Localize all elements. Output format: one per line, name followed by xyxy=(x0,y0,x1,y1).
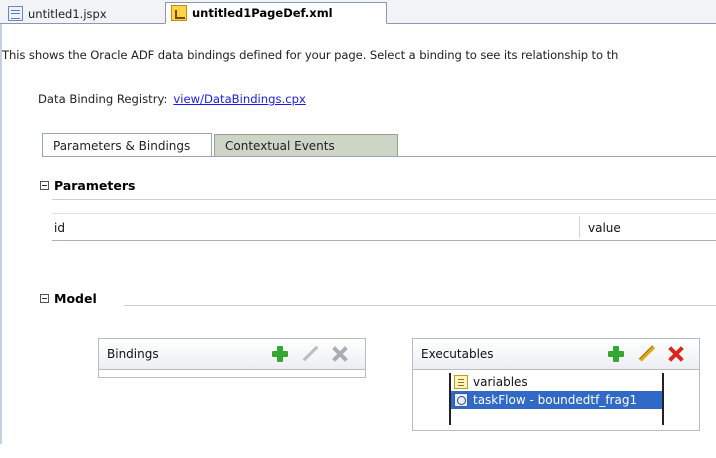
editor-tab-untitled1-jspx[interactable]: untitled1.jspx xyxy=(6,4,115,23)
registry-label: Data Binding Registry: xyxy=(38,92,168,106)
jspx-file-icon xyxy=(8,6,23,21)
list-item-label: taskFlow - boundedtf_frag1 xyxy=(473,393,638,407)
column-header-id[interactable]: id xyxy=(54,221,65,235)
registry-link[interactable]: view/DataBindings.cpx xyxy=(173,92,305,106)
executables-panel: Executables variables taskFlow - bounded… xyxy=(412,338,700,431)
section-rule xyxy=(52,199,716,200)
add-binding-button[interactable] xyxy=(271,345,289,363)
editor-tab-label: untitled1.jspx xyxy=(28,6,107,21)
executables-panel-header: Executables xyxy=(413,339,699,370)
tab-contextual-events[interactable]: Contextual Events xyxy=(214,134,398,156)
list-item-taskflow[interactable]: taskFlow - boundedtf_frag1 xyxy=(451,391,662,409)
executables-panel-title: Executables xyxy=(421,347,494,361)
intro-text: This shows the Oracle ADF data bindings … xyxy=(2,48,619,62)
delete-binding-button[interactable] xyxy=(331,345,349,363)
registry-row: Data Binding Registry: view/DataBindings.… xyxy=(38,92,306,106)
editor-tab-pagedef-xml[interactable]: untitled1PageDef.xml xyxy=(165,2,387,24)
collapse-icon[interactable] xyxy=(40,181,49,190)
tab-parameters-bindings[interactable]: Parameters & Bindings xyxy=(42,133,212,157)
executables-list[interactable]: variables taskFlow - boundedtf_frag1 xyxy=(449,373,664,425)
parameters-section-header[interactable]: Parameters xyxy=(40,178,135,193)
bindings-panel-title: Bindings xyxy=(107,347,159,361)
collapse-icon[interactable] xyxy=(40,294,49,303)
model-section-header[interactable]: Model xyxy=(40,291,97,306)
model-heading: Model xyxy=(54,291,97,306)
list-item-label: variables xyxy=(473,375,528,389)
taskflow-icon xyxy=(454,393,468,407)
list-item-variables[interactable]: variables xyxy=(451,373,662,391)
xml-file-icon xyxy=(171,5,187,21)
editor-tab-label: untitled1PageDef.xml xyxy=(192,6,333,20)
edit-executable-button[interactable] xyxy=(637,345,655,363)
column-header-value[interactable]: value xyxy=(588,221,621,235)
variables-icon xyxy=(454,375,468,389)
column-divider xyxy=(579,216,580,238)
editor-left-stripe xyxy=(0,24,2,444)
tab-divider xyxy=(42,156,716,157)
editor-tab-strip: untitled1.jspx untitled1PageDef.xml xyxy=(0,0,716,24)
edit-binding-button[interactable] xyxy=(301,345,319,363)
add-executable-button[interactable] xyxy=(607,345,625,363)
parameters-table-header: id value xyxy=(52,213,716,241)
parameters-heading: Parameters xyxy=(54,178,136,193)
bindings-panel-header: Bindings xyxy=(99,339,365,370)
overview-tabs: Parameters & Bindings Contextual Events xyxy=(42,133,716,158)
bindings-panel: Bindings xyxy=(98,338,366,378)
delete-executable-button[interactable] xyxy=(667,345,685,363)
section-rule xyxy=(124,305,716,306)
